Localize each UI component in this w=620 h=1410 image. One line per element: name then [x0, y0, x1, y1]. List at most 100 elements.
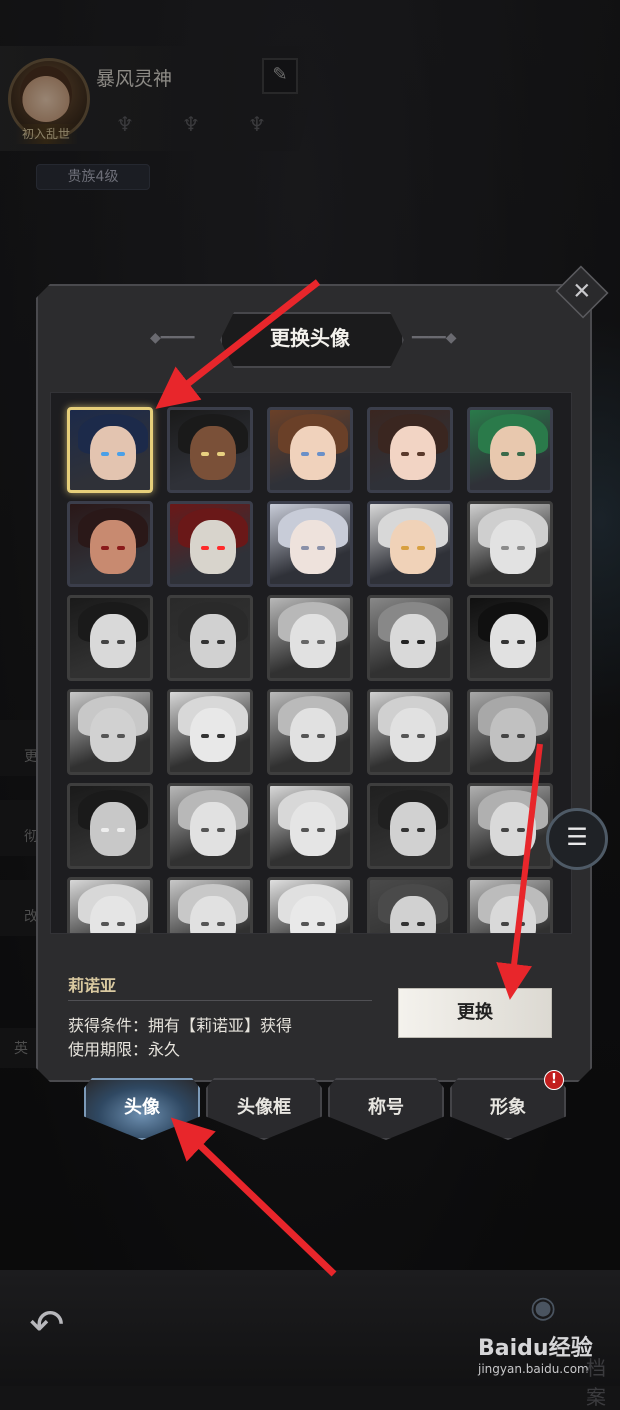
portrait-eye — [101, 452, 109, 456]
avatar-option[interactable] — [267, 783, 353, 869]
avatar-option[interactable] — [467, 877, 553, 933]
avatar-option[interactable] — [267, 689, 353, 775]
portrait-face — [490, 426, 536, 480]
acquire-condition: 获得条件：拥有【莉诺亚】获得 — [68, 1016, 293, 1035]
portrait-face — [90, 614, 136, 668]
portrait-eye — [517, 640, 525, 644]
portrait-eye — [417, 734, 425, 738]
avatar-grid-panel[interactable] — [50, 392, 572, 934]
portrait-eye — [217, 640, 225, 644]
avatar-option[interactable] — [67, 689, 153, 775]
portrait-eye — [117, 828, 125, 832]
portrait-eye — [517, 828, 525, 832]
avatar-option[interactable] — [167, 501, 253, 587]
portrait-face — [290, 614, 336, 668]
avatar-option[interactable] — [67, 501, 153, 587]
portrait-eye — [517, 452, 525, 456]
avatar-option[interactable] — [467, 595, 553, 681]
avatar-option[interactable] — [167, 407, 253, 493]
portrait-eye — [301, 640, 309, 644]
portrait-face — [290, 426, 336, 480]
avatar-option[interactable] — [67, 407, 153, 493]
portrait-eye — [217, 546, 225, 550]
portrait-eye — [101, 640, 109, 644]
avatar-grid — [67, 407, 567, 933]
portrait-eye — [417, 828, 425, 832]
archive-label: 档案 — [586, 1356, 606, 1409]
avatar-option[interactable] — [467, 783, 553, 869]
portrait-eye — [401, 452, 409, 456]
portrait-eye — [501, 734, 509, 738]
avatar-option[interactable] — [167, 877, 253, 933]
portrait-face — [90, 520, 136, 574]
portrait-eye — [217, 734, 225, 738]
avatar-option[interactable] — [267, 595, 353, 681]
portrait-eye — [317, 452, 325, 456]
portrait-eye — [101, 828, 109, 832]
portrait-eye — [101, 922, 109, 926]
watermark-url: jingyan.baidu.com — [478, 1362, 589, 1376]
avatar-option[interactable] — [267, 501, 353, 587]
portrait-face — [290, 708, 336, 762]
avatar-option[interactable] — [267, 407, 353, 493]
tab-avatar[interactable]: 头像 — [84, 1078, 200, 1140]
portrait-eye — [201, 546, 209, 550]
tab-title[interactable]: 称号 — [328, 1078, 444, 1140]
portrait-eye — [517, 734, 525, 738]
watermark-title: Baidu经验 — [478, 1336, 593, 1361]
portrait-eye — [117, 546, 125, 550]
portrait-eye — [501, 828, 509, 832]
avatar-option[interactable] — [367, 501, 453, 587]
portrait-eye — [301, 546, 309, 550]
portrait-face — [290, 802, 336, 856]
portrait-eye — [217, 828, 225, 832]
portrait-eye — [101, 734, 109, 738]
portrait-eye — [501, 546, 509, 550]
portrait-eye — [301, 734, 309, 738]
avatar-option[interactable] — [367, 595, 453, 681]
avatar-option[interactable] — [67, 595, 153, 681]
avatar-option[interactable] — [267, 877, 353, 933]
portrait-face — [290, 520, 336, 574]
portrait-eye — [117, 452, 125, 456]
portrait-eye — [517, 546, 525, 550]
avatar-option[interactable] — [367, 407, 453, 493]
portrait-eye — [201, 828, 209, 832]
portrait-eye — [317, 828, 325, 832]
portrait-eye — [317, 640, 325, 644]
tab-bar: 头像 头像框 称号 形象 — [84, 1078, 564, 1140]
portrait-eye — [317, 734, 325, 738]
portrait-face — [390, 426, 436, 480]
portrait-eye — [517, 922, 525, 926]
avatar-option[interactable] — [67, 783, 153, 869]
portrait-eye — [417, 546, 425, 550]
portrait-eye — [301, 828, 309, 832]
avatar-option[interactable] — [167, 783, 253, 869]
avatar-option[interactable] — [367, 877, 453, 933]
chat-bubble-icon[interactable]: ☰ — [546, 808, 608, 870]
portrait-face — [490, 896, 536, 933]
avatar-option[interactable] — [167, 595, 253, 681]
selected-avatar-name: 莉诺亚 — [68, 976, 117, 995]
portrait-face — [390, 708, 436, 762]
avatar-option[interactable] — [367, 689, 453, 775]
portrait-eye — [501, 640, 509, 644]
portrait-eye — [417, 452, 425, 456]
avatar-option[interactable] — [167, 689, 253, 775]
portrait-eye — [401, 640, 409, 644]
portrait-eye — [301, 452, 309, 456]
usage-limit: 使用期限：永久 — [68, 1040, 181, 1059]
avatar-option[interactable] — [367, 783, 453, 869]
portrait-face — [490, 802, 536, 856]
avatar-option[interactable] — [467, 501, 553, 587]
title-ornament-right-icon: ━━━━◆ — [412, 330, 457, 346]
change-button[interactable]: 更换 — [398, 988, 552, 1038]
portrait-face — [490, 708, 536, 762]
avatar-option[interactable] — [467, 689, 553, 775]
avatar-option[interactable] — [467, 407, 553, 493]
back-arrow-icon[interactable]: ↶ — [18, 1296, 76, 1354]
portrait-eye — [501, 922, 509, 926]
portrait-eye — [301, 922, 309, 926]
tab-avatar-frame[interactable]: 头像框 — [206, 1078, 322, 1140]
avatar-option[interactable] — [67, 877, 153, 933]
